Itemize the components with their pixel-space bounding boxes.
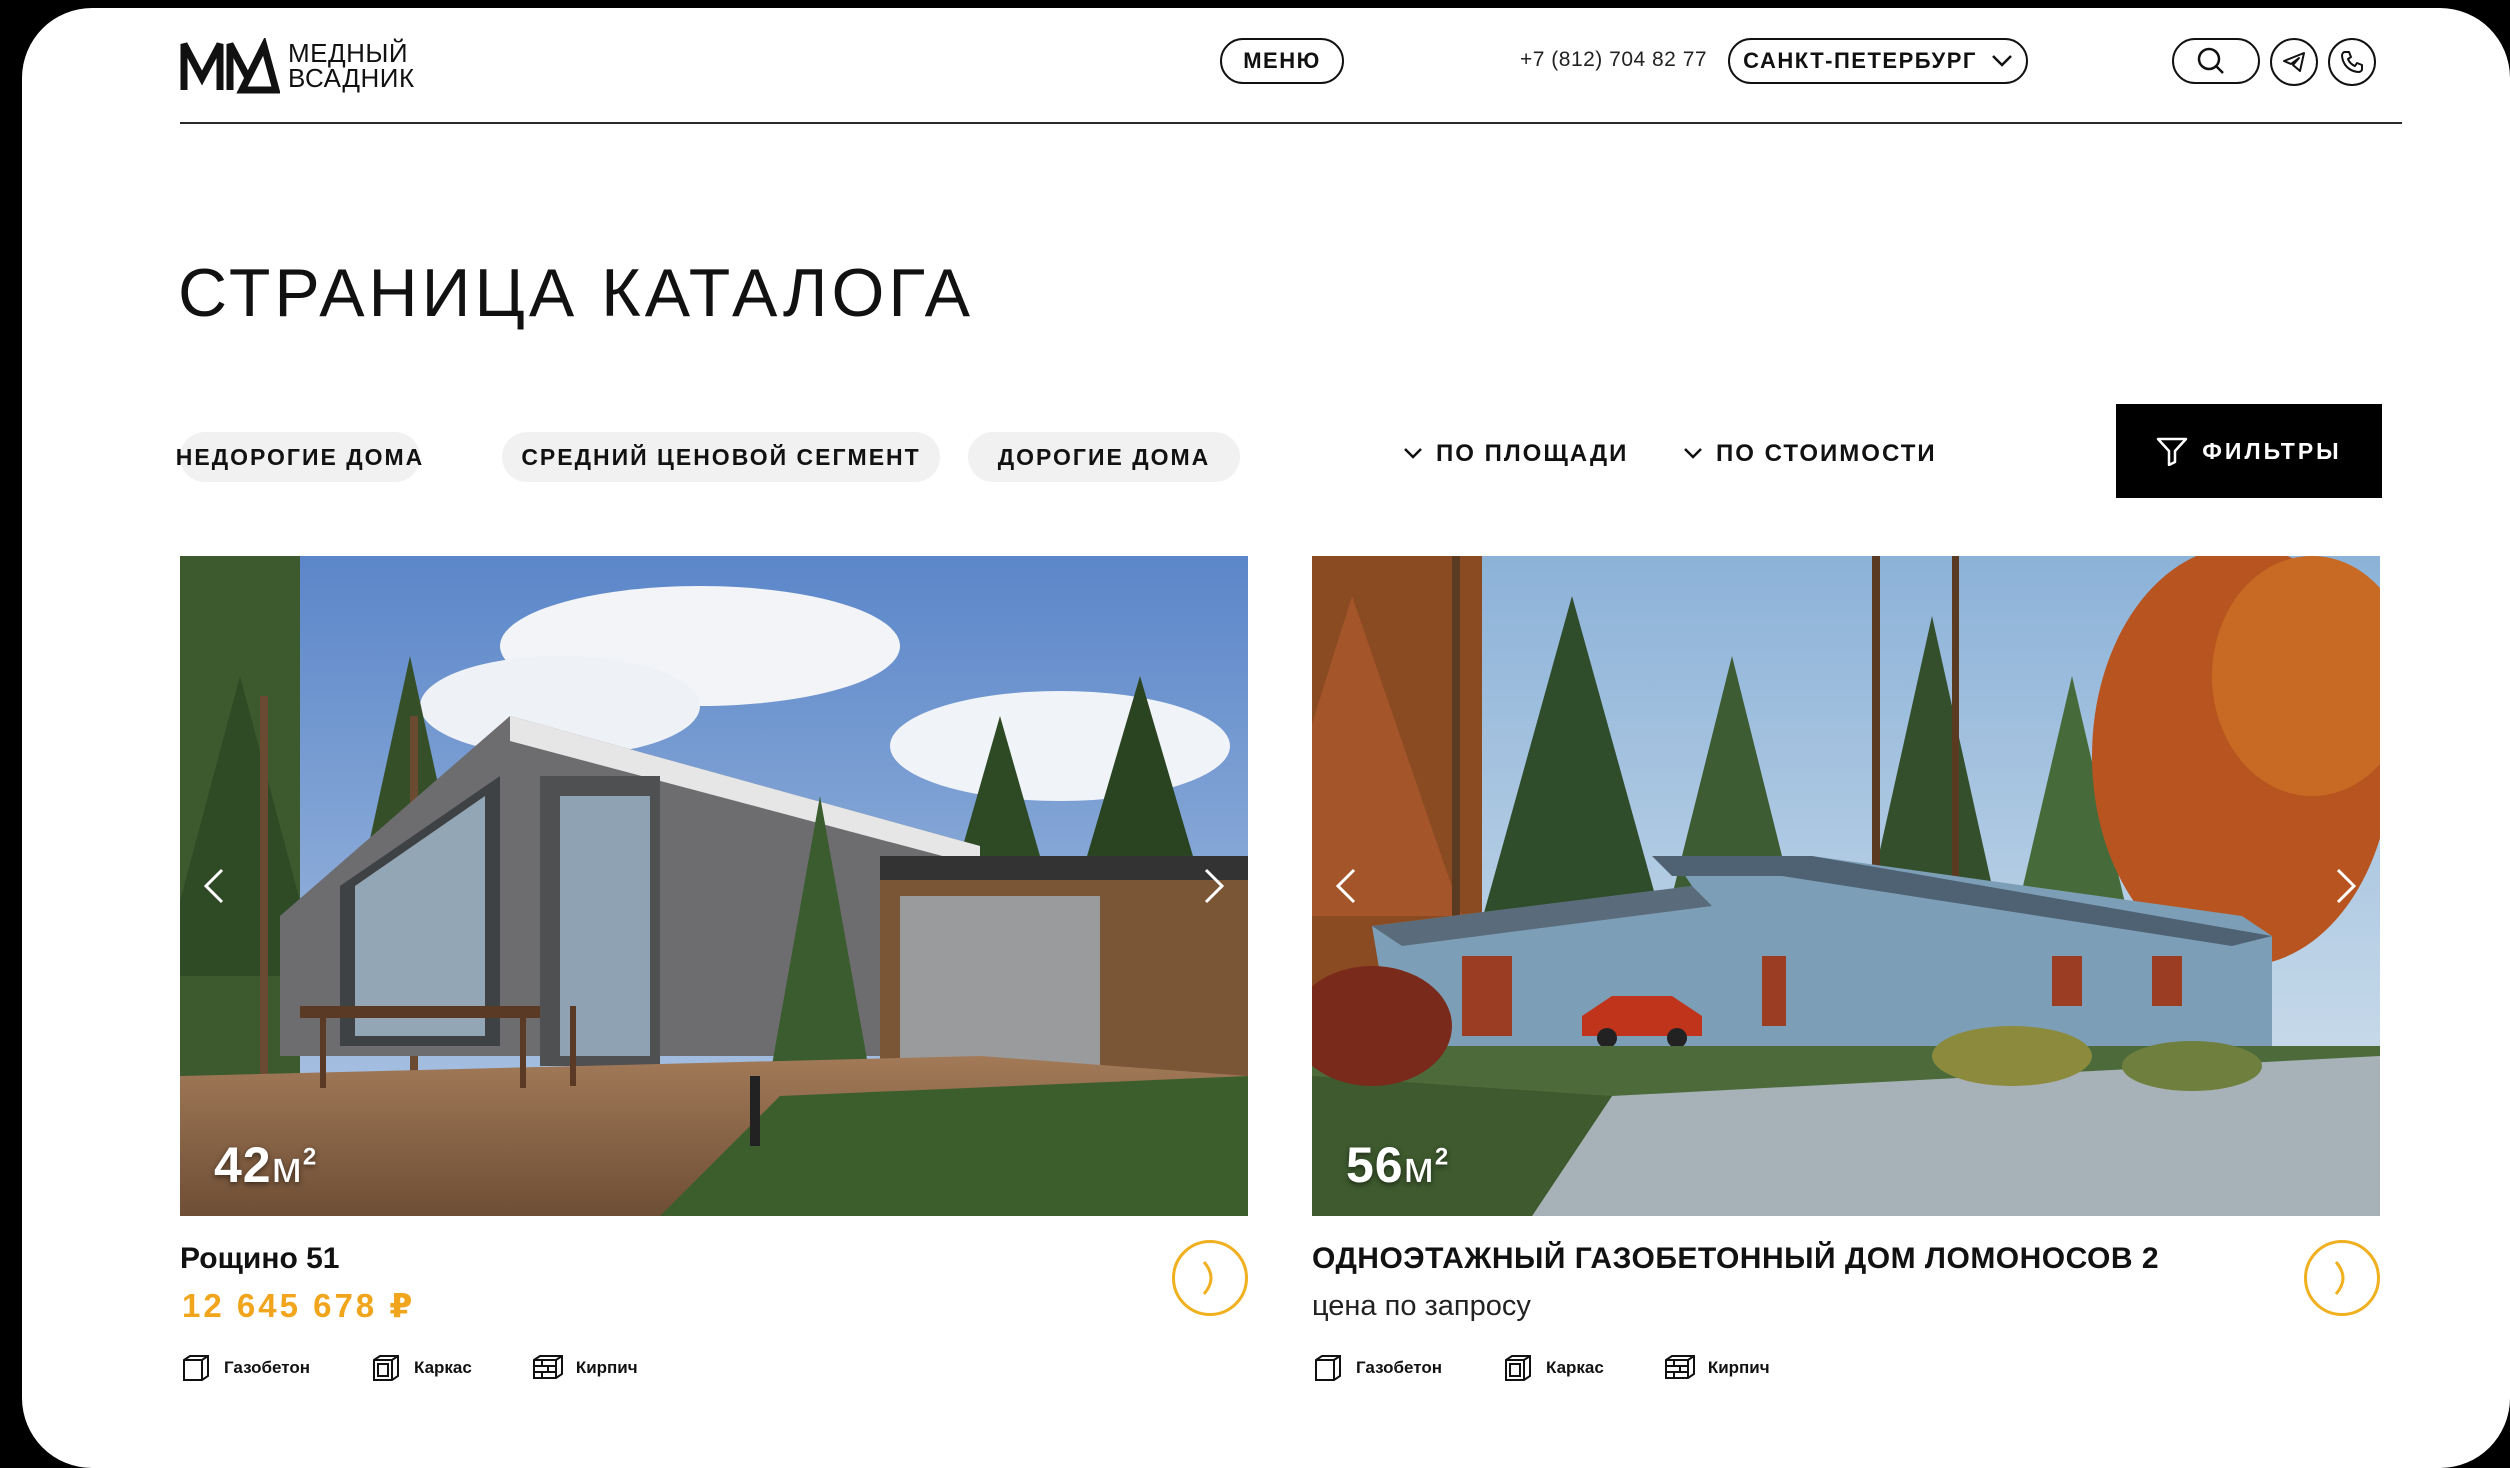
open-house-button[interactable] — [2304, 1240, 2380, 1316]
phone-number[interactable]: +7 (812) 704 82 77 — [1520, 48, 1707, 72]
material-brick: Кирпич — [1664, 1352, 1770, 1384]
chevron-down-icon — [1684, 448, 1702, 459]
search-button[interactable] — [2172, 38, 2260, 84]
chevron-down-icon — [1991, 55, 2012, 67]
arrow-right-icon — [2334, 1261, 2345, 1295]
city-selector[interactable]: САНКТ-ПЕТЕРБУРГ — [1728, 38, 2028, 84]
chip-expensive-houses[interactable]: ДОРОГИЕ ДОМА — [968, 432, 1240, 482]
material-label: Каркас — [413, 1358, 472, 1377]
materials-list: Газобетон Каркас Кирпич — [180, 1352, 698, 1384]
house-photo[interactable]: 56м2 — [1312, 556, 2380, 1216]
brick-icon — [1664, 1355, 1695, 1379]
house-price-on-request: цена по запросу — [1312, 1290, 1531, 1322]
house-area-exponent: 2 — [302, 1143, 318, 1171]
telegram-icon — [2283, 52, 2305, 72]
call-button[interactable] — [2328, 38, 2376, 86]
house-area-unit: м — [271, 1143, 303, 1192]
sort-by-price[interactable]: ПО СТОИМОСТИ — [1682, 440, 1937, 468]
header-underline — [180, 122, 2402, 124]
prev-photo-arrow[interactable] — [1326, 856, 1366, 916]
material-label: Газобетон — [224, 1358, 310, 1377]
material-label: Кирпич — [1707, 1358, 1770, 1377]
chevron-down-icon — [1404, 448, 1422, 459]
filters-button[interactable]: ФИЛЬТРЫ — [2116, 404, 2382, 498]
sort-area-label: ПО ПЛОЩАДИ — [1436, 440, 1629, 467]
chip-cheap-houses[interactable]: НЕДОРОГИЕ ДОМА — [176, 432, 422, 482]
page-title: СТРАНИЦА КАТАЛОГА — [178, 255, 975, 331]
house-card[interactable]: 56м2 ОДНОЭТАЖНЫЙ ГАЗОБЕТОННЫЙ ДОМ ЛОМОНО… — [1312, 556, 2380, 1381]
material-brick: Кирпич — [532, 1352, 638, 1384]
arrow-right-icon — [1202, 1261, 1213, 1295]
house-area-badge: 56м2 — [1346, 1136, 1449, 1194]
gas-concrete-icon — [183, 1355, 209, 1381]
search-icon — [2197, 47, 2224, 74]
phone-icon — [2341, 51, 2363, 73]
house-area-unit: м — [1403, 1143, 1435, 1192]
telegram-button[interactable] — [2270, 38, 2318, 86]
browser-frame: МЕДНЫЙ ВСАДНИК МЕНЮ +7 (812) 704 82 77 С… — [22, 8, 2510, 1468]
header-divider — [1420, 16, 1480, 132]
brick-icon — [532, 1355, 563, 1379]
house-price: 12 645 678 ₽ — [182, 1287, 416, 1324]
next-photo-arrow[interactable] — [2326, 856, 2366, 916]
house-photo[interactable]: 42м2 — [180, 556, 1248, 1216]
logo-text: МЕДНЫЙ ВСАДНИК — [288, 40, 415, 93]
sort-price-label: ПО СТОИМОСТИ — [1716, 440, 1937, 467]
house-card[interactable]: 42м2 Рощино 51 12 645 678 ₽ Газобетон Ка… — [180, 556, 1248, 1381]
prev-photo-arrow[interactable] — [194, 856, 234, 916]
filter-icon — [2157, 437, 2188, 466]
logo[interactable]: МЕДНЫЙ ВСАДНИК — [180, 38, 415, 94]
materials-list: Газобетон Каркас Кирпич — [1312, 1352, 1830, 1384]
house-photo-image — [180, 556, 1248, 1216]
logo-line-2: ВСАДНИК — [288, 63, 415, 93]
logo-mark-icon — [180, 38, 280, 94]
material-frame: Каркас — [370, 1352, 472, 1384]
house-name[interactable]: Рощино 51 — [180, 1242, 340, 1276]
gas-concrete-icon — [1315, 1355, 1341, 1381]
material-gas-concrete: Газобетон — [180, 1352, 310, 1384]
house-area-value: 42 — [214, 1137, 272, 1193]
material-gas-concrete: Газобетон — [1312, 1352, 1442, 1384]
house-name[interactable]: ОДНОЭТАЖНЫЙ ГАЗОБЕТОННЫЙ ДОМ ЛОМОНОСОВ 2 — [1312, 1242, 2159, 1276]
site-header: МЕДНЫЙ ВСАДНИК МЕНЮ +7 (812) 704 82 77 С… — [180, 8, 2402, 124]
material-label: Каркас — [1545, 1358, 1604, 1377]
material-label: Газобетон — [1356, 1358, 1442, 1377]
frame-icon — [1504, 1355, 1531, 1381]
material-label: Кирпич — [575, 1358, 638, 1377]
material-frame: Каркас — [1502, 1352, 1604, 1384]
menu-button[interactable]: МЕНЮ — [1220, 38, 1344, 84]
next-photo-arrow[interactable] — [1194, 856, 1234, 916]
sort-by-area[interactable]: ПО ПЛОЩАДИ — [1402, 440, 1628, 468]
frame-icon — [372, 1355, 399, 1381]
house-photo-image — [1312, 556, 2380, 1216]
open-house-button[interactable] — [1172, 1240, 1248, 1316]
house-area-value: 56 — [1346, 1137, 1404, 1193]
house-area-badge: 42м2 — [214, 1136, 317, 1194]
filters-label: ФИЛЬТРЫ — [2202, 437, 2342, 464]
chip-mid-segment[interactable]: СРЕДНИЙ ЦЕНОВОЙ СЕГМЕНТ — [502, 432, 940, 482]
house-area-exponent: 2 — [1434, 1143, 1450, 1171]
city-label: САНКТ-ПЕТЕРБУРГ — [1743, 48, 1977, 73]
